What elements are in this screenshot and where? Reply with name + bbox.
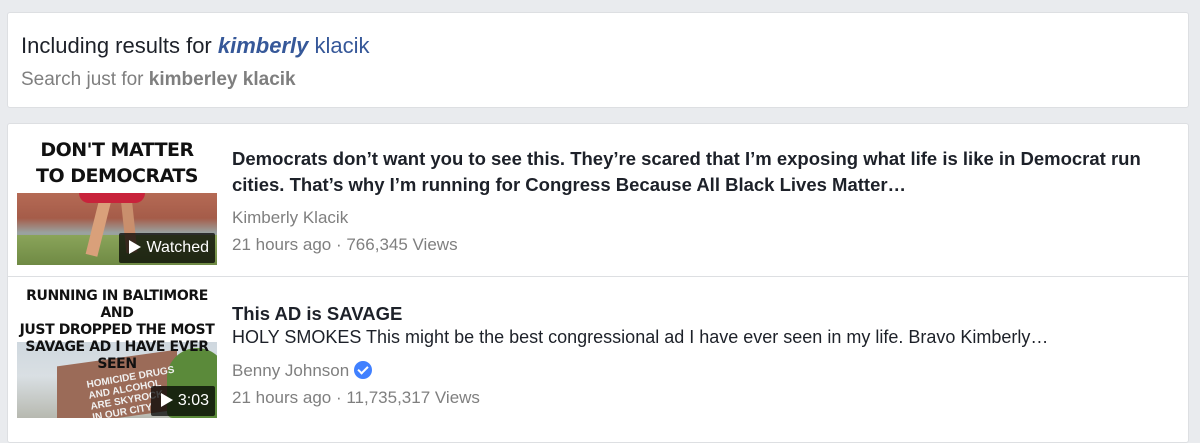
author-name[interactable]: Kimberly Klacik: [232, 208, 348, 227]
video-author[interactable]: Benny Johnson: [232, 361, 373, 381]
video-description: HOLY SMOKES This might be the best congr…: [232, 327, 1049, 347]
original-query-link[interactable]: kimberley klacik: [149, 69, 296, 90]
corrected-query-rest[interactable]: klacik: [308, 33, 369, 58]
thumbnail-caption-line: RUNNING IN BALTIMORE AND: [26, 288, 208, 321]
thumbnail-caption: DON'T MATTER TO DEMOCRATS: [17, 137, 217, 189]
including-results-line: Including results for kimberly klacik: [21, 33, 370, 59]
badge-label: Watched: [146, 239, 209, 256]
spelling-suggestion-card: Including results for kimberly klacik Se…: [7, 12, 1189, 108]
video-results-card: DON'T MATTER TO DEMOCRATS Watched Democr…: [7, 123, 1189, 443]
video-title[interactable]: This AD is SAVAGE: [232, 301, 1162, 327]
video-meta: 21 hours ago · 766,345 Views: [232, 235, 458, 254]
play-icon: [129, 240, 142, 254]
author-name[interactable]: Benny Johnson: [232, 361, 349, 380]
video-result[interactable]: DON'T MATTER TO DEMOCRATS Watched Democr…: [8, 124, 1188, 276]
thumbnail-caption-line: JUST DROPPED THE MOST: [19, 322, 215, 338]
video-thumbnail[interactable]: DON'T MATTER TO DEMOCRATS Watched: [17, 135, 217, 265]
thumbnail-caption: RUNNING IN BALTIMORE AND JUST DROPPED TH…: [17, 288, 217, 373]
search-just-for-line: Search just for kimberley klacik: [21, 69, 296, 91]
thumbnail-caption-line: DON'T MATTER: [40, 139, 194, 161]
duration-badge: 3:03: [150, 386, 215, 416]
watched-badge: Watched: [119, 233, 215, 263]
search-just-for-prefix: Search just for: [21, 69, 149, 90]
thumbnail-dress: [79, 193, 145, 203]
corrected-query-bold[interactable]: kimberly: [218, 33, 309, 58]
video-author[interactable]: Kimberly Klacik: [232, 208, 348, 228]
play-icon: [160, 393, 173, 407]
video-title[interactable]: Democrats don’t want you to see this. Th…: [232, 146, 1162, 198]
badge-label: 3:03: [177, 392, 209, 409]
video-thumbnail[interactable]: HOMICIDE DRUGS AND ALCOHOL ARE SKYROCK I…: [17, 288, 217, 418]
video-meta: 21 hours ago · 11,735,317 Views: [232, 388, 480, 407]
corrected-query-link[interactable]: kimberly klacik: [218, 33, 370, 58]
verified-badge-icon: [354, 361, 373, 379]
video-result[interactable]: HOMICIDE DRUGS AND ALCOHOL ARE SKYROCK I…: [8, 277, 1188, 429]
including-results-prefix: Including results for: [21, 33, 218, 58]
thumbnail-caption-line: TO DEMOCRATS: [36, 165, 199, 187]
thumbnail-caption-line: SAVAGE AD I HAVE EVER SEEN: [25, 339, 209, 372]
